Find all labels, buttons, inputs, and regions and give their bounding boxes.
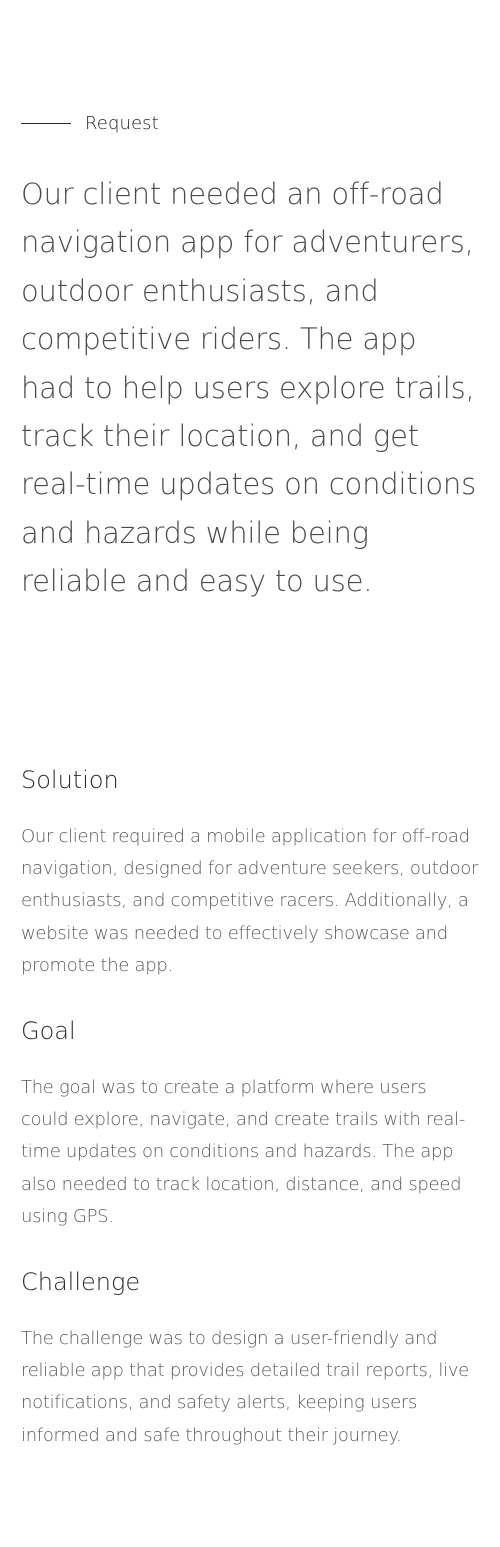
eyebrow-divider-line [21, 122, 71, 124]
goal-heading: Goal [21, 1017, 76, 1045]
request-statement: Our client needed an off-road navigation… [21, 177, 476, 599]
solution-heading: Solution [21, 766, 119, 794]
challenge-paragraph: The challenge was to design a user-frien… [21, 1328, 469, 1446]
request-eyebrow: Request [21, 110, 159, 136]
challenge-heading: Challenge [21, 1268, 141, 1296]
request-label: Request [85, 112, 159, 134]
solution-paragraph: Our client required a mobile application… [21, 826, 479, 976]
goal-paragraph: The goal was to create a platform where … [21, 1077, 465, 1227]
